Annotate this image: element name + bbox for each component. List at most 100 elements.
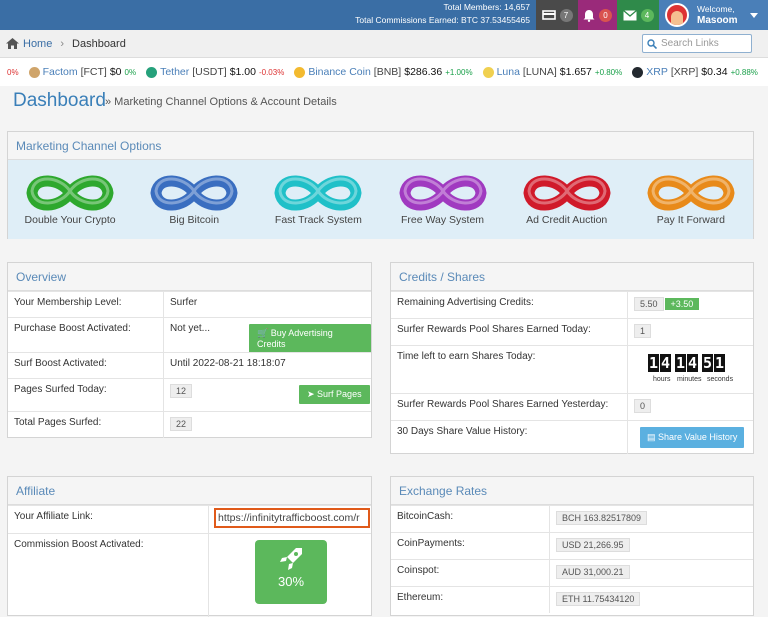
ticker-coin-symbol: [LUNA]: [523, 66, 557, 78]
timer-hours-label: hours: [653, 376, 671, 383]
timer-digit: 1: [648, 354, 659, 372]
timer-digit: 4: [660, 354, 671, 372]
exchange-rate-value: AUD 31,000.21: [556, 565, 630, 579]
notifications-button[interactable]: 0: [578, 0, 617, 30]
share-value-history-label: Share Value History: [658, 432, 737, 442]
paper-plane-icon: ➤: [307, 389, 317, 399]
shares-yesterday-value: 0: [634, 399, 651, 413]
ticker-item: XRP[XRP]$0.34+0.88%: [632, 66, 758, 78]
exchange-rate-row: CoinPayments: USD 21,266.95: [391, 532, 753, 559]
remaining-credits-row: Remaining Advertising Credits: 5.50+3.50: [391, 291, 753, 318]
notifications-count: 0: [599, 9, 612, 22]
ticker-coin-price: $0: [110, 66, 122, 78]
purchase-boost-row: Purchase Boost Activated: Not yet... 🛒 B…: [8, 317, 371, 352]
top-bar: Total Members: 14,657 Total Commissions …: [0, 0, 768, 30]
user-menu[interactable]: Welcome, Masoom: [659, 0, 768, 30]
pages-today-value: 12: [170, 384, 192, 398]
ticker-coin-name: Luna: [497, 66, 520, 78]
marketing-channel-option[interactable]: Pay It Forward: [636, 170, 746, 226]
card-icon: [542, 9, 556, 21]
exchange-rates-panel: Exchange Rates BitcoinCash:BCH 163.82517…: [390, 476, 754, 616]
surf-boost-label: Surf Boost Activated:: [8, 353, 113, 378]
caret-down-icon: [750, 13, 758, 18]
membership-row: Your Membership Level: Surfer: [8, 291, 371, 317]
ticker-item: Luna[LUNA]$1.657+0.80%: [483, 66, 623, 78]
marketing-heading: Marketing Channel Options: [8, 132, 753, 160]
total-pages-value: 22: [170, 417, 192, 431]
commission-boost-row: Commission Boost Activated: 30%: [8, 533, 371, 617]
ticker-coin-price: $0.34: [701, 66, 727, 78]
timer-digit: 5: [702, 354, 713, 372]
messages-button[interactable]: 7: [536, 0, 578, 30]
exchange-rate-value: BCH 163.82517809: [556, 511, 647, 525]
remaining-credits-plus: +3.50: [665, 298, 700, 310]
ticker-coin-symbol: [FCT]: [81, 66, 107, 78]
infinity-logo-icon: [24, 170, 116, 216]
timer-digit: 4: [687, 354, 698, 372]
exchange-rate-value: USD 21,266.95: [556, 538, 630, 552]
exchange-rate-label: Coinspot:: [391, 560, 445, 586]
timer-minutes-label: minutes: [677, 376, 702, 383]
ticker-coin-change: +1.00%: [445, 68, 472, 77]
ticker-coin-change: +0.80%: [595, 68, 622, 77]
exchange-rate-label: CoinPayments:: [391, 533, 471, 559]
marketing-channel-option[interactable]: Double Your Crypto: [15, 170, 125, 226]
ticker-item: Factom[FCT]$00%: [29, 66, 137, 78]
overview-panel: Overview Your Membership Level: Surfer P…: [7, 262, 372, 438]
timer-seconds-label: seconds: [707, 376, 733, 383]
credits-shares-panel: Credits / Shares Remaining Advertising C…: [390, 262, 754, 454]
exchange-rate-row: Ethereum:ETH 11.75434120: [391, 586, 753, 613]
timer-digit: 1: [675, 354, 686, 372]
affiliate-panel: Affiliate Your Affiliate Link: https://i…: [7, 476, 372, 616]
countdown-timer: 141451: [648, 354, 725, 372]
infinity-logo-icon: [397, 170, 489, 216]
page-subtitle: » Marketing Channel Options & Account De…: [105, 96, 337, 108]
time-left-row: Time left to earn Shares Today: 141451 h…: [391, 345, 753, 393]
share-history-row: 30 Days Share Value History: ▤ Share Val…: [391, 420, 753, 454]
marketing-channel-option[interactable]: Fast Track System: [263, 170, 373, 226]
ticker-coin-change: 0%: [7, 68, 19, 77]
welcome-label: Welcome,: [697, 4, 735, 14]
ticker-coin-symbol: [XRP]: [671, 66, 698, 78]
commission-boost-badge: 30%: [255, 540, 327, 604]
exchange-rate-row: Coinspot: AUD 31,000.21: [391, 559, 753, 586]
mail-button[interactable]: 4: [617, 0, 659, 30]
exchange-rate-row: BitcoinCash: BCH 163.82517809: [391, 505, 753, 532]
bell-icon: [583, 9, 595, 22]
shares-today-label: Surfer Rewards Pool Shares Earned Today:: [391, 319, 597, 345]
coin-icon: [632, 67, 643, 78]
ticker-item: Tether[USDT]$1.00-0.03%: [146, 66, 284, 78]
membership-label: Your Membership Level:: [8, 292, 127, 317]
credits-heading: Credits / Shares: [391, 263, 753, 291]
remaining-credits-label: Remaining Advertising Credits:: [391, 292, 540, 318]
shares-yesterday-label: Surfer Rewards Pool Shares Earned Yester…: [391, 394, 614, 420]
share-value-history-button[interactable]: ▤ Share Value History: [640, 427, 744, 448]
breadcrumb: Home › Dashboard Search Links: [0, 30, 768, 58]
pages-today-label: Pages Surfed Today:: [8, 379, 113, 411]
commission-boost-value: 30%: [278, 574, 304, 589]
search-links-input[interactable]: Search Links: [642, 34, 752, 53]
buy-advertising-credits-button[interactable]: 🛒 Buy Advertising Credits: [249, 324, 371, 353]
marketing-channel-option[interactable]: Big Bitcoin: [139, 170, 249, 226]
surf-pages-button[interactable]: ➤ Surf Pages: [299, 385, 370, 404]
marketing-channel-option[interactable]: Free Way System: [388, 170, 498, 226]
affiliate-heading: Affiliate: [8, 477, 371, 505]
affiliate-link-field[interactable]: https://infinitytrafficboost.com/r: [214, 508, 370, 528]
exchange-rate-label: BitcoinCash:: [391, 506, 459, 532]
ticker-coin-symbol: [BNB]: [374, 66, 401, 78]
search-placeholder: Search Links: [661, 38, 719, 49]
infinity-logo-icon: [521, 170, 613, 216]
remaining-credits-value: 5.50: [634, 297, 664, 311]
infinity-logo-icon: [148, 170, 240, 216]
welcome-text: Welcome, Masoom: [697, 4, 738, 26]
ticker-coin-name: XRP: [646, 66, 668, 78]
marketing-channel-option[interactable]: Ad Credit Auction: [512, 170, 622, 226]
ticker-coin-name: Binance Coin: [308, 66, 370, 78]
breadcrumb-home-link[interactable]: Home: [23, 38, 52, 50]
home-icon: [6, 38, 19, 49]
ticker-coin-symbol: [USDT]: [192, 66, 226, 78]
breadcrumb-current: Dashboard: [72, 38, 126, 50]
ticker-coin-change: 0%: [125, 68, 137, 77]
marketing-channel-label: Big Bitcoin: [139, 214, 249, 226]
marketing-channel-label: Fast Track System: [263, 214, 373, 226]
